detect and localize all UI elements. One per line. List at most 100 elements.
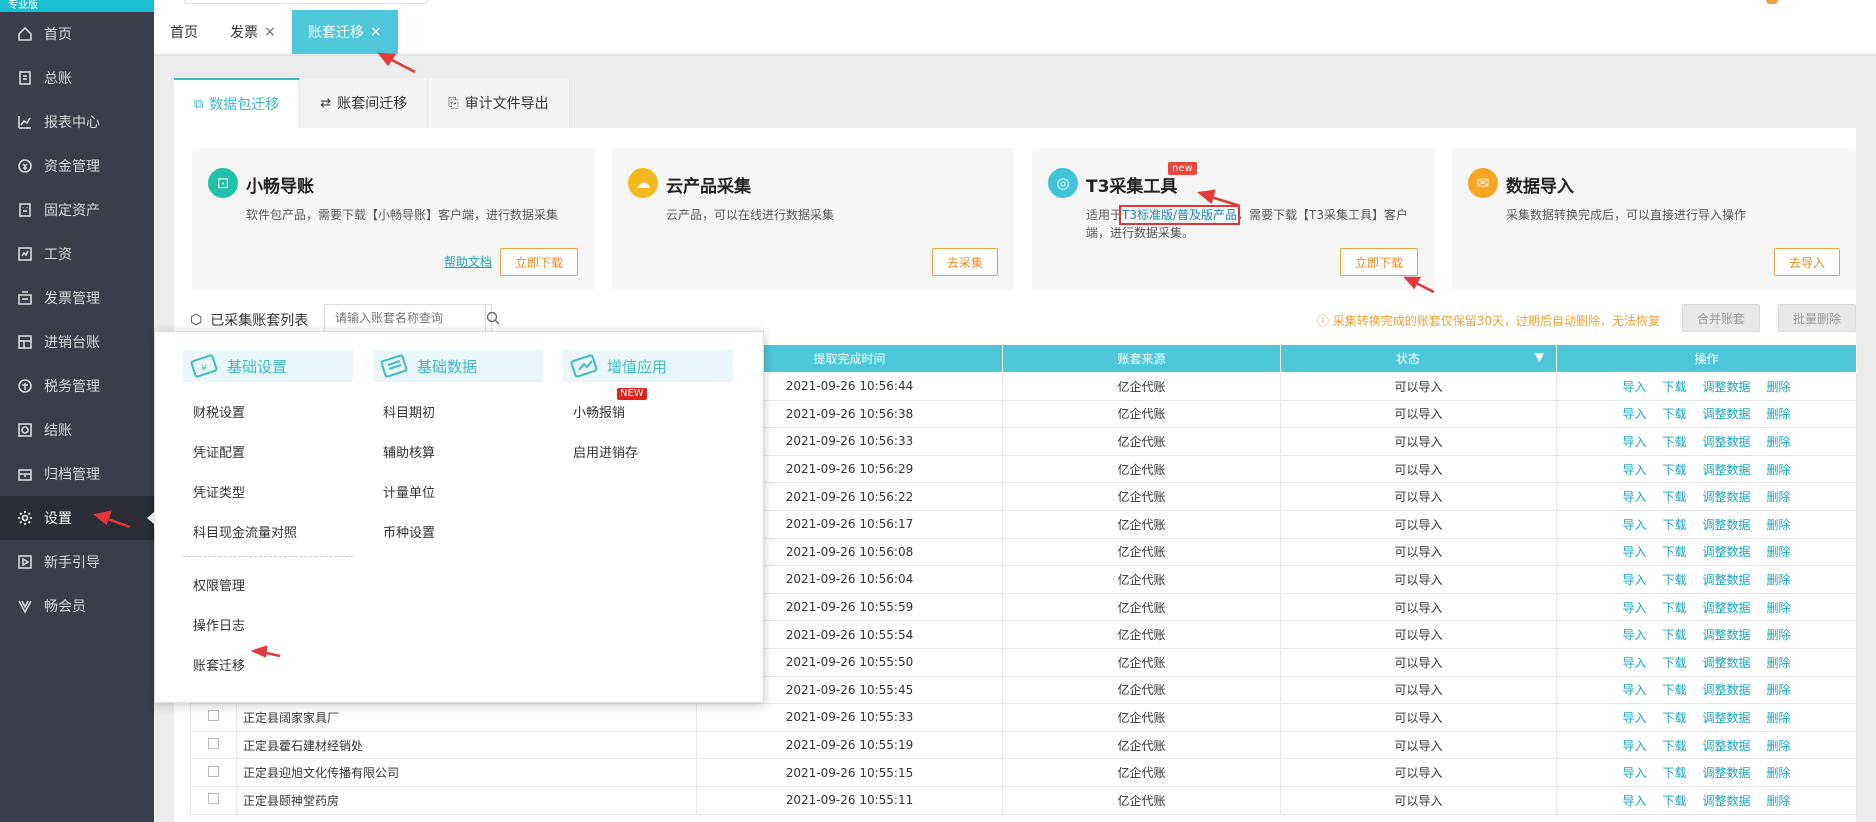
row-action-3[interactable]: 删除 [1767,766,1791,780]
row-action-1[interactable]: 下载 [1662,601,1686,615]
page-tab-home[interactable]: 首页 [154,10,214,54]
menu-item-xiaochang-reimburse[interactable]: NEW 小畅报销 [563,388,733,424]
row-action-3[interactable]: 删除 [1767,739,1791,753]
row-action-3[interactable]: 删除 [1767,628,1791,642]
row-action-3[interactable]: 删除 [1767,463,1791,477]
row-action-3[interactable]: 删除 [1767,407,1791,421]
sidebar-item-12[interactable]: 新手引导 [0,540,154,584]
row-action-1[interactable]: 下载 [1662,490,1686,504]
row-action-2[interactable]: 调整数据 [1703,739,1751,753]
row-action-1[interactable]: 下载 [1662,628,1686,642]
row-action-2[interactable]: 调整数据 [1703,628,1751,642]
menu-item-opening-balance[interactable]: 科目期初 [373,404,543,424]
sidebar-item-6[interactable]: 发票管理 [0,276,154,320]
row-action-2[interactable]: 调整数据 [1703,407,1751,421]
page-tab-invoice[interactable]: 发票 × [214,10,292,54]
row-action-0[interactable]: 导入 [1622,766,1646,780]
avatar[interactable] [1766,0,1778,4]
row-action-0[interactable]: 导入 [1622,463,1646,477]
row-action-2[interactable]: 调整数据 [1703,518,1751,532]
t3-download-button[interactable]: 立即下载 [1339,248,1418,276]
row-action-1[interactable]: 下载 [1662,380,1686,394]
row-action-0[interactable]: 导入 [1622,573,1646,587]
row-action-3[interactable]: 删除 [1767,601,1791,615]
row-action-2[interactable]: 调整数据 [1703,711,1751,725]
row-action-1[interactable]: 下载 [1662,573,1686,587]
menu-item-cashflow-mapping[interactable]: 科目现金流量对照 [183,524,353,544]
row-action-0[interactable]: 导入 [1622,380,1646,394]
row-action-0[interactable]: 导入 [1622,518,1646,532]
row-action-2[interactable]: 调整数据 [1703,573,1751,587]
row-action-0[interactable]: 导入 [1622,435,1646,449]
tab-data-package-migration[interactable]: ⧉ 数据包迁移 [174,78,301,128]
page-tab-account-migration[interactable]: 账套迁移 × [291,10,398,54]
row-action-2[interactable]: 调整数据 [1703,683,1751,697]
help-doc-link[interactable]: 帮助文档 [444,253,492,270]
filter-icon[interactable]: ▼ [1535,350,1544,364]
sidebar-item-11[interactable]: 设置 [0,496,154,540]
row-action-2[interactable]: 调整数据 [1703,545,1751,559]
tab-audit-file-export[interactable]: ⎘ 审计文件导出 [428,78,570,128]
row-action-1[interactable]: 下载 [1662,518,1686,532]
menu-item-enable-inventory[interactable]: 启用进销存 [563,444,733,464]
row-action-3[interactable]: 删除 [1767,490,1791,504]
row-action-2[interactable]: 调整数据 [1703,601,1751,615]
menu-item-currency-settings[interactable]: 币种设置 [373,524,543,544]
row-action-0[interactable]: 导入 [1622,407,1646,421]
row-action-0[interactable]: 导入 [1622,711,1646,725]
row-action-2[interactable]: 调整数据 [1703,656,1751,670]
close-icon[interactable]: × [264,24,276,40]
row-action-1[interactable]: 下载 [1662,711,1686,725]
search-input[interactable] [325,305,485,331]
row-action-0[interactable]: 导入 [1622,739,1646,753]
row-action-0[interactable]: 导入 [1622,628,1646,642]
row-action-2[interactable]: 调整数据 [1703,794,1751,808]
go-import-button[interactable]: 去导入 [1773,248,1840,276]
menu-item-voucher-config[interactable]: 凭证配置 [183,444,353,464]
menu-item-operation-log[interactable]: 操作日志 [183,617,353,637]
row-action-2[interactable]: 调整数据 [1703,435,1751,449]
row-action-1[interactable]: 下载 [1662,463,1686,477]
sidebar-item-9[interactable]: 结账 [0,408,154,452]
row-action-1[interactable]: 下载 [1662,766,1686,780]
row-action-1[interactable]: 下载 [1662,683,1686,697]
row-checkbox[interactable] [208,710,219,722]
row-checkbox[interactable] [208,738,219,750]
row-action-0[interactable]: 导入 [1622,545,1646,559]
sidebar-item-13[interactable]: 畅会员 [0,584,154,628]
row-action-3[interactable]: 删除 [1767,573,1791,587]
row-action-3[interactable]: 删除 [1767,656,1791,670]
row-action-3[interactable]: 删除 [1767,683,1791,697]
row-action-1[interactable]: 下载 [1662,656,1686,670]
merge-accounts-button[interactable]: 合并账套 [1681,304,1760,332]
row-action-0[interactable]: 导入 [1622,683,1646,697]
sidebar-item-3[interactable]: 资金管理 [0,144,154,188]
row-action-2[interactable]: 调整数据 [1703,490,1751,504]
download-now-button[interactable]: 立即下载 [499,248,578,276]
row-action-3[interactable]: 删除 [1767,380,1791,394]
sidebar-item-4[interactable]: 固定资产 [0,188,154,232]
close-icon[interactable]: × [370,24,382,40]
row-action-0[interactable]: 导入 [1622,490,1646,504]
row-checkbox[interactable] [208,793,219,805]
row-action-0[interactable]: 导入 [1622,794,1646,808]
header-search-box[interactable] [184,0,428,4]
sidebar-item-8[interactable]: 税务管理 [0,364,154,408]
row-action-1[interactable]: 下载 [1662,435,1686,449]
menu-item-voucher-type[interactable]: 凭证类型 [183,484,353,504]
row-action-2[interactable]: 调整数据 [1703,766,1751,780]
sidebar-item-10[interactable]: 归档管理 [0,452,154,496]
sidebar-item-5[interactable]: 工资 [0,232,154,276]
search-button[interactable] [485,305,500,331]
row-action-1[interactable]: 下载 [1662,545,1686,559]
menu-item-account-migration[interactable]: 账套迁移 [183,657,353,677]
row-action-1[interactable]: 下载 [1662,407,1686,421]
sidebar-item-1[interactable]: 总账 [0,56,154,100]
sidebar-item-2[interactable]: 报表中心 [0,100,154,144]
row-action-3[interactable]: 删除 [1767,435,1791,449]
row-action-3[interactable]: 删除 [1767,711,1791,725]
row-action-3[interactable]: 删除 [1767,518,1791,532]
sidebar-item-7[interactable]: 进销台账 [0,320,154,364]
row-checkbox[interactable] [208,765,219,777]
row-action-0[interactable]: 导入 [1622,656,1646,670]
